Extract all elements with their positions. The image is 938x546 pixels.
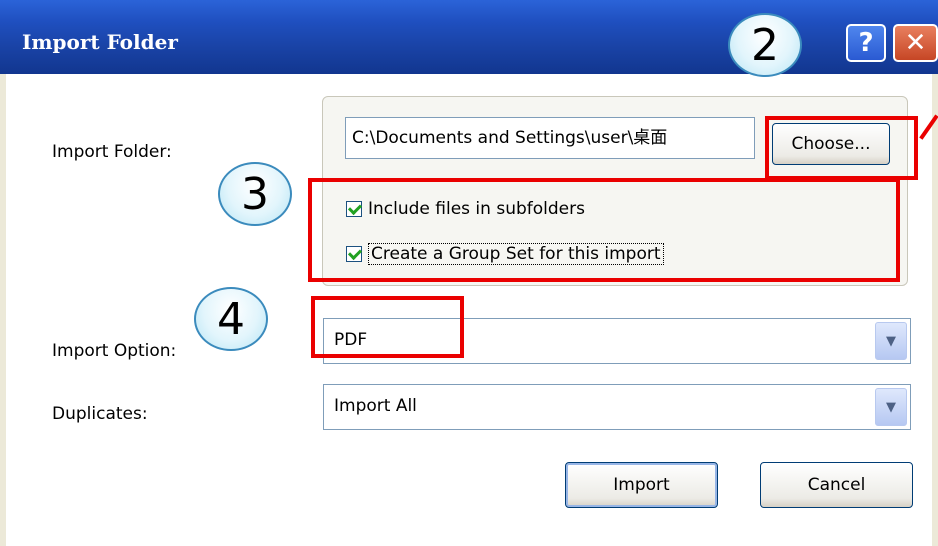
callout-2: 2 [728, 13, 802, 77]
close-button[interactable]: ✕ [893, 24, 938, 62]
import-folder-dialog: Import Folder ? ✕ Import Folder: C:\Docu… [0, 0, 938, 546]
chevron-down-icon[interactable]: ▼ [875, 322, 907, 360]
import-option-label: Import Option: [52, 341, 177, 361]
chevron-down-icon[interactable]: ▼ [875, 388, 907, 426]
highlight-choose-button [765, 116, 918, 180]
import-folder-label: Import Folder: [52, 142, 172, 162]
duplicates-select[interactable]: Import All ▼ [323, 384, 911, 430]
dialog-title: Import Folder [22, 30, 178, 54]
cancel-button[interactable]: Cancel [760, 462, 913, 508]
callout-3: 3 [218, 162, 292, 226]
import-button[interactable]: Import [565, 462, 718, 508]
folder-path-field[interactable]: C:\Documents and Settings\user\桌面 [345, 117, 755, 159]
highlight-import-option [311, 296, 464, 358]
duplicates-value: Import All [334, 396, 417, 416]
highlight-checkboxes [308, 178, 900, 282]
duplicates-label: Duplicates: [52, 404, 148, 424]
help-button[interactable]: ? [846, 24, 886, 62]
callout-4: 4 [194, 287, 268, 351]
